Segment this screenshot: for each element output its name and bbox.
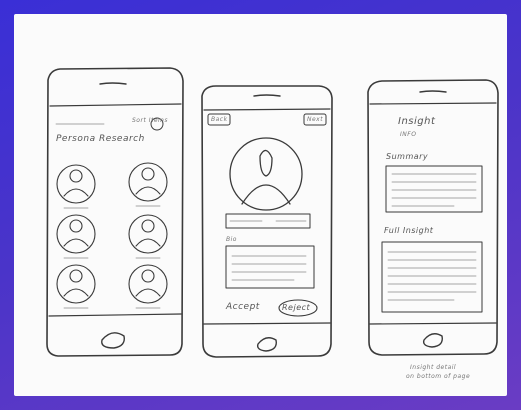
reject-button[interactable]: Reject — [282, 303, 310, 312]
wireframe-sketch — [46, 67, 499, 358]
back-button[interactable]: Back — [211, 116, 228, 123]
accept-button[interactable]: Accept — [226, 302, 260, 312]
caption-line-1: Insight detail — [410, 364, 457, 371]
full-insight-label: Full Insight — [384, 226, 434, 235]
phone-1-sketch — [46, 67, 184, 357]
persona-research-heading: Persona Research — [56, 134, 145, 144]
insight-subtitle: INFO — [400, 131, 417, 138]
summary-label: Summary — [386, 152, 429, 161]
sort-items-label: Sort Items — [132, 117, 168, 124]
caption-line-2: on bottom of page — [406, 373, 471, 380]
sketch-paper: Sort Items Persona Research Back Next Bi… — [14, 14, 507, 396]
bio-label: Bio — [226, 236, 237, 243]
insight-title: Insight — [398, 116, 436, 127]
phone-2-sketch — [201, 85, 333, 358]
next-button[interactable]: Next — [307, 116, 323, 123]
